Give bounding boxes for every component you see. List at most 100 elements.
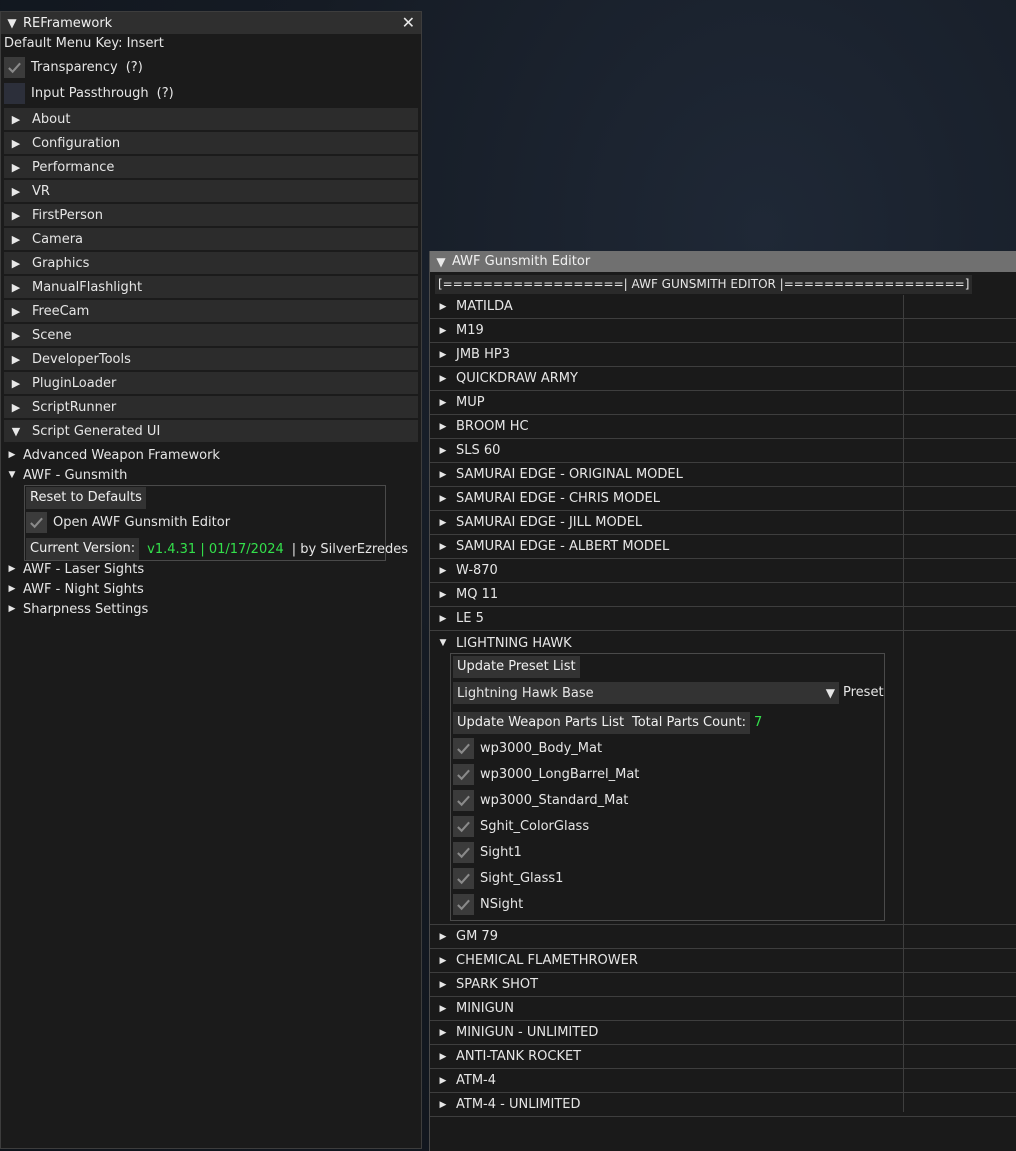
weapon-label: LIGHTNING HAWK [456, 635, 572, 651]
weapon-row-mq-11[interactable]: ▶ MQ 11 [430, 583, 1016, 607]
section-developertools[interactable]: ▶ DeveloperTools [4, 348, 418, 370]
weapon-row-gm-79[interactable]: ▶ GM 79 [430, 925, 1016, 949]
transparency-checkbox[interactable] [4, 56, 25, 78]
version-row: Current Version: v1.4.31 | 01/17/2024 | … [26, 538, 408, 560]
triangle-right-icon: ▶ [11, 328, 21, 342]
passthrough-help[interactable]: (?) [157, 86, 174, 101]
part-row-wp3000-standard-mat[interactable]: wp3000_Standard_Mat [453, 790, 628, 811]
open-editor-checkbox[interactable] [26, 512, 47, 533]
weapon-row-quickdraw-army[interactable]: ▶ QUICKDRAW ARMY [430, 367, 1016, 391]
transparency-help[interactable]: (?) [126, 60, 143, 75]
section-freecam[interactable]: ▶ FreeCam [4, 300, 418, 322]
weapon-row-lightning-hawk[interactable]: ▼ LIGHTNING HAWK [430, 631, 1016, 655]
collapse-triangle-icon[interactable]: ▼ [430, 255, 452, 269]
triangle-right-icon: ▶ [11, 352, 21, 366]
part-row-nsight[interactable]: NSight [453, 894, 523, 915]
part-checkbox[interactable] [453, 738, 474, 759]
close-icon[interactable]: ✕ [402, 13, 415, 32]
tree-node-label: AWF - Night Sights [23, 581, 144, 597]
weapon-row-samurai-edge-original-model[interactable]: ▶ SAMURAI EDGE - ORIGINAL MODEL [430, 463, 1016, 487]
part-row-sight1[interactable]: Sight1 [453, 842, 522, 863]
triangle-right-icon: ▶ [439, 397, 447, 408]
section-performance[interactable]: ▶ Performance [4, 156, 418, 178]
weapon-row-sls-60[interactable]: ▶ SLS 60 [430, 439, 1016, 463]
weapon-row-minigun[interactable]: ▶ MINIGUN [430, 997, 1016, 1021]
weapon-row-w-870[interactable]: ▶ W-870 [430, 559, 1016, 583]
triangle-right-icon: ▶ [439, 1027, 447, 1038]
section-vr[interactable]: ▶ VR [4, 180, 418, 202]
tree-node-sharpness-settings[interactable]: ▶ Sharpness Settings [1, 599, 421, 619]
total-parts-label: Total Parts Count: [628, 712, 751, 734]
weapon-row-minigun-unlimited[interactable]: ▶ MINIGUN - UNLIMITED [430, 1021, 1016, 1045]
reset-defaults-button[interactable]: Reset to Defaults [26, 487, 146, 509]
part-checkbox[interactable] [453, 764, 474, 785]
collapse-triangle-icon[interactable]: ▼ [1, 16, 23, 30]
part-row-sghit-colorglass[interactable]: Sghit_ColorGlass [453, 816, 589, 837]
part-row-sight-glass1[interactable]: Sight_Glass1 [453, 868, 563, 889]
weapon-row-m19[interactable]: ▶ M19 [430, 319, 1016, 343]
section-script-generated-ui[interactable]: ▼ Script Generated UI [4, 420, 418, 442]
section-about[interactable]: ▶ About [4, 108, 418, 130]
awf-titlebar[interactable]: ▼ AWF Gunsmith Editor [430, 251, 1016, 272]
triangle-right-icon: ▶ [439, 517, 447, 528]
section-pluginloader[interactable]: ▶ PluginLoader [4, 372, 418, 394]
part-checkbox[interactable] [453, 790, 474, 811]
triangle-right-icon: ▶ [11, 280, 21, 294]
weapon-row-matilda[interactable]: ▶ MATILDA [430, 295, 1016, 319]
section-graphics[interactable]: ▶ Graphics [4, 252, 418, 274]
total-parts-value: 7 [754, 715, 763, 730]
section-scene[interactable]: ▶ Scene [4, 324, 418, 346]
passthrough-label: Input Passthrough [31, 85, 149, 101]
weapon-row-spark-shot[interactable]: ▶ SPARK SHOT [430, 973, 1016, 997]
passthrough-row[interactable]: Input Passthrough (?) [1, 80, 421, 106]
weapon-row-chemical-flamethrower[interactable]: ▶ CHEMICAL FLAMETHROWER [430, 949, 1016, 973]
section-manualflashlight[interactable]: ▶ ManualFlashlight [4, 276, 418, 298]
part-checkbox[interactable] [453, 842, 474, 863]
preset-dropdown[interactable]: Lightning Hawk Base ▼ [453, 682, 839, 704]
part-row-wp3000-body-mat[interactable]: wp3000_Body_Mat [453, 738, 602, 759]
weapon-label: SPARK SHOT [456, 977, 539, 992]
weapon-label: SAMURAI EDGE - CHRIS MODEL [456, 491, 660, 506]
checkmark-icon [457, 873, 470, 885]
weapon-label: CHEMICAL FLAMETHROWER [456, 953, 638, 968]
part-checkbox[interactable] [453, 816, 474, 837]
weapon-row-samurai-edge-albert-model[interactable]: ▶ SAMURAI EDGE - ALBERT MODEL [430, 535, 1016, 559]
triangle-right-icon: ▶ [439, 1051, 447, 1062]
triangle-right-icon: ▶ [439, 931, 447, 942]
transparency-row[interactable]: Transparency (?) [1, 54, 421, 80]
weapon-row-anti-tank-rocket[interactable]: ▶ ANTI-TANK ROCKET [430, 1045, 1016, 1069]
section-camera[interactable]: ▶ Camera [4, 228, 418, 250]
weapon-row-samurai-edge-jill-model[interactable]: ▶ SAMURAI EDGE - JILL MODEL [430, 511, 1016, 535]
part-label: Sghit_ColorGlass [480, 819, 590, 834]
editor-banner: [==================| AWF GUNSMITH EDITOR… [435, 275, 973, 294]
update-parts-button[interactable]: Update Weapon Parts List [453, 712, 629, 734]
weapon-row-broom-hc[interactable]: ▶ BROOM HC [430, 415, 1016, 439]
weapon-label: ANTI-TANK ROCKET [456, 1049, 582, 1064]
tree-node-awf-gunsmith[interactable]: ▼ AWF - Gunsmith [1, 465, 421, 485]
section-configuration[interactable]: ▶ Configuration [4, 132, 418, 154]
triangle-right-icon: ▶ [439, 613, 447, 624]
weapon-row-atm-4[interactable]: ▶ ATM-4 [430, 1069, 1016, 1093]
weapon-row-mup[interactable]: ▶ MUP [430, 391, 1016, 415]
triangle-right-icon: ▶ [439, 979, 447, 990]
tree-node-awf-night-sights[interactable]: ▶ AWF - Night Sights [1, 579, 421, 599]
part-checkbox[interactable] [453, 868, 474, 889]
weapon-row-samurai-edge-chris-model[interactable]: ▶ SAMURAI EDGE - CHRIS MODEL [430, 487, 1016, 511]
section-scriptrunner[interactable]: ▶ ScriptRunner [4, 396, 418, 418]
section-label: PluginLoader [32, 375, 117, 391]
tree-node-advanced-weapon-framework[interactable]: ▶ Advanced Weapon Framework [1, 445, 421, 465]
weapon-row-le-5[interactable]: ▶ LE 5 [430, 607, 1016, 631]
weapon-row-atm-4-unlimited[interactable]: ▶ ATM-4 - UNLIMITED [430, 1093, 1016, 1117]
section-firstperson[interactable]: ▶ FirstPerson [4, 204, 418, 226]
reframework-titlebar[interactable]: ▼ REFramework ✕ [1, 12, 421, 34]
weapon-label: QUICKDRAW ARMY [456, 371, 578, 386]
open-editor-row[interactable]: Open AWF Gunsmith Editor [26, 512, 230, 533]
weapon-label: JMB HP3 [456, 347, 510, 362]
part-checkbox[interactable] [453, 894, 474, 915]
triangle-right-icon: ▶ [11, 256, 21, 270]
weapon-row-jmb-hp3[interactable]: ▶ JMB HP3 [430, 343, 1016, 367]
passthrough-checkbox[interactable] [4, 82, 25, 104]
update-preset-button[interactable]: Update Preset List [453, 656, 580, 678]
part-row-wp3000-longbarrel-mat[interactable]: wp3000_LongBarrel_Mat [453, 764, 639, 785]
section-label: VR [32, 183, 50, 199]
